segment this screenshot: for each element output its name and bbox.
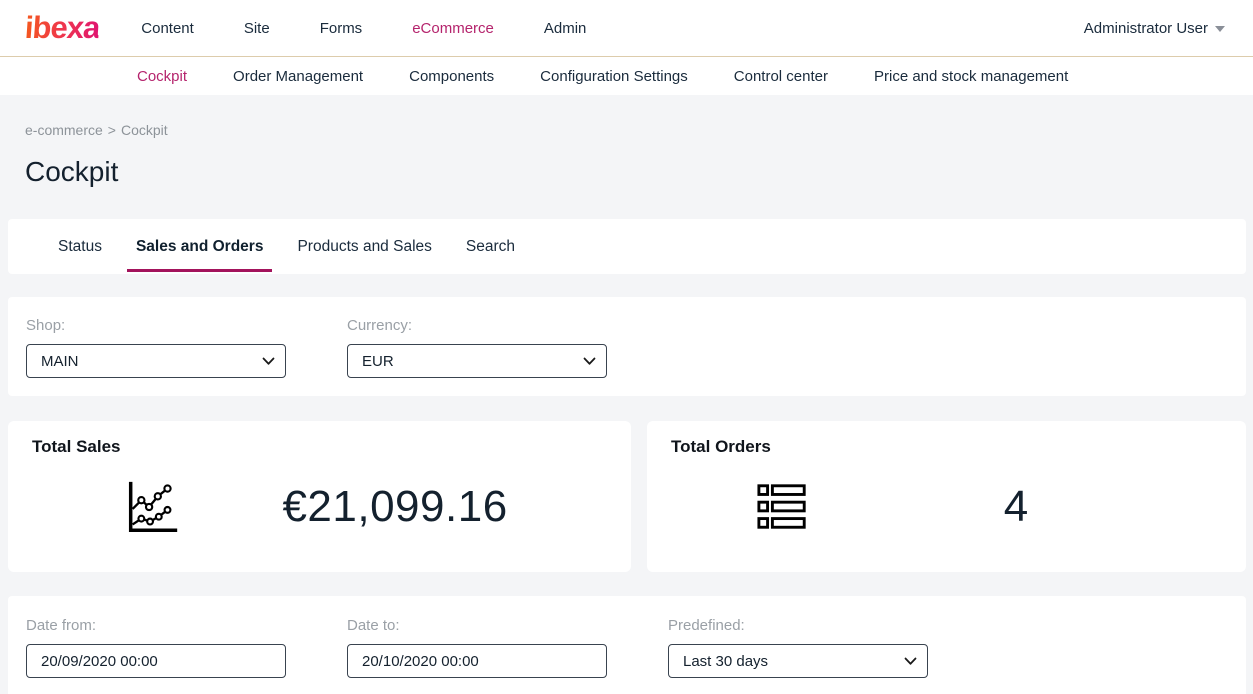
breadcrumb-separator: >	[108, 122, 116, 138]
subnav-item-configuration-settings[interactable]: Configuration Settings	[540, 68, 688, 85]
total-orders-value: 4	[810, 482, 1222, 532]
subnav-item-control-center[interactable]: Control center	[734, 68, 828, 85]
breadcrumb-ecommerce[interactable]: e-commerce	[25, 122, 103, 138]
breadcrumb-cockpit[interactable]: Cockpit	[121, 122, 168, 138]
date-from-field: Date from:	[26, 617, 286, 678]
ecommerce-subnav: Cockpit Order Management Components Conf…	[0, 57, 1253, 95]
main-nav: Content Site Forms eCommerce Admin	[141, 20, 586, 37]
shop-label: Shop:	[26, 317, 286, 334]
total-sales-title: Total Sales	[32, 437, 607, 457]
breadcrumb: e-commerce > Cockpit	[25, 122, 1253, 138]
predefined-field: Predefined: Last 30 days	[668, 617, 928, 678]
date-to-label: Date to:	[347, 617, 607, 634]
currency-label: Currency:	[347, 317, 607, 334]
predefined-range-select[interactable]: Last 30 days	[668, 644, 928, 678]
page-title: Cockpit	[25, 156, 1253, 188]
subnav-item-order-management[interactable]: Order Management	[233, 68, 363, 85]
user-menu-label: Administrator User	[1084, 20, 1208, 37]
total-sales-value: €21,099.16	[183, 482, 607, 532]
date-to-input[interactable]	[347, 644, 607, 678]
date-from-input[interactable]	[26, 644, 286, 678]
predefined-label: Predefined:	[668, 617, 928, 634]
date-from-label: Date from:	[26, 617, 286, 634]
shop-field: Shop: MAIN	[26, 317, 286, 378]
shop-select[interactable]: MAIN	[26, 344, 286, 378]
currency-field: Currency: EUR	[347, 317, 607, 378]
shop-currency-filter-panel: Shop: MAIN Currency: EUR	[8, 297, 1246, 396]
top-header: ibexa Content Site Forms eCommerce Admin…	[0, 0, 1253, 57]
chevron-down-icon	[1215, 26, 1225, 32]
total-orders-card: Total Orders 4	[647, 421, 1246, 572]
stats-row: Total Sales	[8, 421, 1246, 572]
order-list-icon	[756, 480, 810, 534]
line-chart-icon	[121, 476, 183, 538]
user-menu[interactable]: Administrator User	[1084, 20, 1225, 37]
cockpit-tabs: Status Sales and Orders Products and Sal…	[8, 219, 1246, 274]
tab-products-and-sales[interactable]: Products and Sales	[288, 219, 440, 274]
ibexa-logo[interactable]: ibexa	[24, 10, 101, 46]
total-orders-title: Total Orders	[671, 437, 1222, 457]
page-content: e-commerce > Cockpit Cockpit Status Sales …	[0, 122, 1253, 694]
tab-search[interactable]: Search	[457, 219, 524, 274]
tab-sales-and-orders[interactable]: Sales and Orders	[127, 219, 273, 274]
currency-select[interactable]: EUR	[347, 344, 607, 378]
tab-status[interactable]: Status	[49, 219, 111, 274]
subnav-item-cockpit[interactable]: Cockpit	[137, 68, 187, 85]
date-to-field: Date to:	[347, 617, 607, 678]
nav-item-content[interactable]: Content	[141, 20, 194, 37]
subnav-item-price-stock-management[interactable]: Price and stock management	[874, 68, 1068, 85]
nav-item-forms[interactable]: Forms	[320, 20, 363, 37]
date-filter-panel: Date from: Date to: Predefined: Last 30 …	[8, 596, 1246, 694]
nav-item-site[interactable]: Site	[244, 20, 270, 37]
nav-item-admin[interactable]: Admin	[544, 20, 587, 37]
nav-item-ecommerce[interactable]: eCommerce	[412, 20, 494, 37]
subnav-item-components[interactable]: Components	[409, 68, 494, 85]
total-sales-card: Total Sales	[8, 421, 631, 572]
